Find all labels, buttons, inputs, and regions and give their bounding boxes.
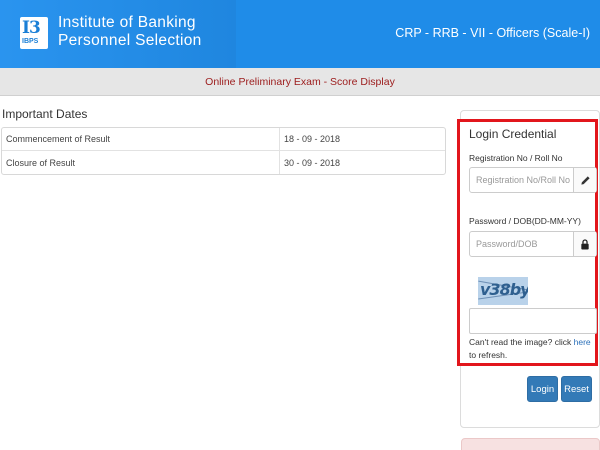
logo-text: Institute of Banking Personnel Selection bbox=[58, 14, 202, 50]
registration-input[interactable] bbox=[470, 168, 574, 192]
logo-line-2: Personnel Selection bbox=[58, 32, 202, 49]
pencil-icon bbox=[573, 168, 596, 192]
password-input-group bbox=[469, 231, 597, 257]
captcha-image: v38by bbox=[478, 277, 528, 305]
logo-block: I3 IBPS Institute of Banking Personnel S… bbox=[0, 0, 236, 68]
page-subheader: Online Preliminary Exam - Score Display bbox=[0, 68, 600, 96]
registration-input-group bbox=[469, 167, 597, 193]
site-header: I3 IBPS Institute of Banking Personnel S… bbox=[0, 0, 600, 68]
registration-label: Registration No / Roll No bbox=[469, 153, 563, 163]
lock-icon bbox=[573, 232, 596, 256]
important-dates-heading: Important Dates bbox=[2, 107, 88, 121]
logo-line-1: Institute of Banking bbox=[58, 14, 196, 31]
captcha-refresh-hint: Can't read the image? click here to refr… bbox=[469, 337, 591, 360]
alert-box bbox=[461, 438, 600, 450]
login-button[interactable]: Login bbox=[527, 376, 558, 402]
ibps-logo-icon: I3 IBPS bbox=[20, 17, 48, 49]
password-label: Password / DOB(DD-MM-YY) bbox=[469, 216, 581, 226]
table-row: Commencement of Result 18 - 09 - 2018 bbox=[2, 128, 445, 151]
date-label: Closure of Result bbox=[6, 157, 76, 168]
page-title: Online Preliminary Exam - Score Display bbox=[205, 76, 395, 88]
captcha-text: v38by bbox=[480, 280, 528, 299]
table-row: Closure of Result 30 - 09 - 2018 bbox=[2, 151, 445, 174]
date-label: Commencement of Result bbox=[2, 128, 279, 151]
date-value: 30 - 09 - 2018 bbox=[279, 151, 445, 174]
captcha-input[interactable] bbox=[469, 308, 597, 334]
important-dates-table: Commencement of Result 18 - 09 - 2018 Cl… bbox=[1, 127, 446, 175]
date-value: 18 - 09 - 2018 bbox=[279, 128, 445, 151]
reset-button[interactable]: Reset bbox=[561, 376, 592, 402]
login-credential-box: Login Credential Registration No / Roll … bbox=[457, 119, 598, 366]
captcha-refresh-link[interactable]: here bbox=[574, 337, 591, 347]
login-title: Login Credential bbox=[469, 127, 557, 141]
password-input[interactable] bbox=[470, 232, 574, 256]
exam-title: CRP - RRB - VII - Officers (Scale-I) bbox=[395, 26, 590, 40]
